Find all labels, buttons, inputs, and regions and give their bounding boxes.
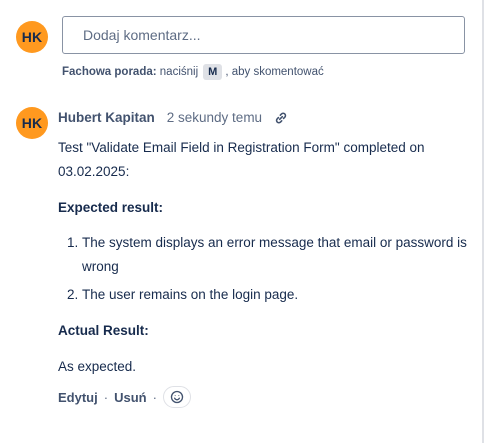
- edit-button[interactable]: Edytuj: [58, 390, 98, 405]
- comment-input[interactable]: [62, 16, 465, 54]
- pro-tip-text: naciśnij: [159, 66, 199, 78]
- shortcut-key: M: [203, 64, 223, 80]
- separator: ·: [103, 389, 109, 405]
- comment-author[interactable]: Hubert Kapitan: [58, 110, 155, 125]
- expected-result-heading: Expected result:: [58, 200, 164, 215]
- comment-author-avatar[interactable]: HK: [16, 107, 48, 139]
- list-item: The system displays an error message tha…: [82, 231, 468, 279]
- actual-result-heading: Actual Result:: [58, 323, 149, 338]
- pro-tip: Fachowa porada: naciśnij M, aby skomento…: [62, 64, 324, 80]
- emoji-smile-icon: [170, 390, 184, 404]
- pro-tip-suffix: , aby skomentować: [225, 66, 324, 78]
- comment-actions: Edytuj · Usuń ·: [58, 386, 191, 408]
- comment-header: Hubert Kapitan 2 sekundy temu: [58, 110, 288, 125]
- comment-intro: Test "Validate Email Field in Registrati…: [58, 140, 425, 179]
- separator: ·: [152, 389, 157, 405]
- comment-timestamp[interactable]: 2 sekundy temu: [167, 110, 262, 125]
- pro-tip-label: Fachowa porada:: [62, 66, 157, 78]
- add-reaction-button[interactable]: [162, 386, 191, 408]
- list-item: The user remains on the login page.: [82, 283, 468, 307]
- link-icon[interactable]: [274, 111, 288, 125]
- expected-result-list: The system displays an error message tha…: [58, 231, 468, 307]
- actual-result-text: As expected.: [58, 359, 137, 374]
- delete-button[interactable]: Usuń: [114, 390, 147, 405]
- avatar[interactable]: HK: [16, 21, 48, 53]
